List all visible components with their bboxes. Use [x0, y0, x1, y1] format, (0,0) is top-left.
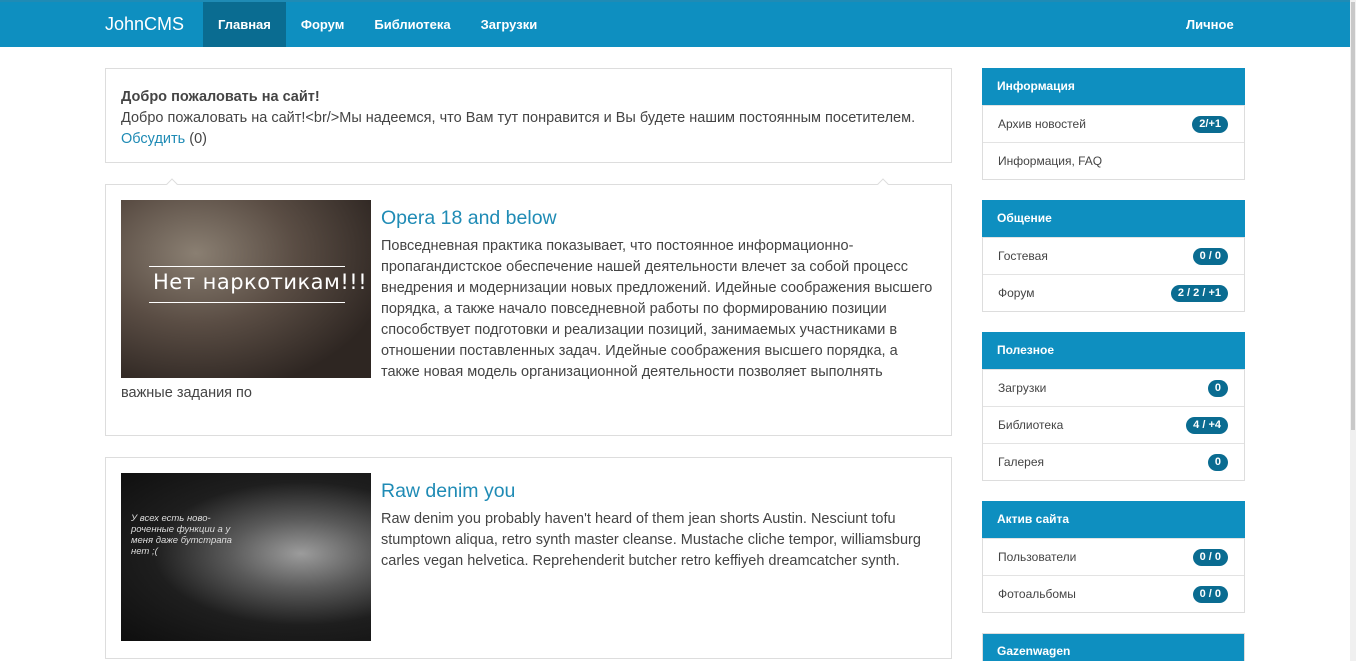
sidebar-panel-gazenwagen: Gazenwagen — [982, 633, 1245, 661]
sidebar-item-label: Загрузки — [998, 381, 1047, 395]
nav-item-home[interactable]: Главная — [203, 2, 286, 47]
main-nav: Главная Форум Библиотека Загрузки — [203, 2, 552, 47]
nav-item-forum[interactable]: Форум — [286, 2, 359, 47]
welcome-discuss: Обсудить (0) — [121, 129, 936, 150]
count-badge: 2 / 2 / +1 — [1170, 285, 1228, 302]
image-line-top — [149, 266, 345, 267]
sidebar-item-label: Информация, FAQ — [998, 154, 1103, 168]
count-badge: 0 — [1207, 454, 1228, 471]
welcome-title: Добро пожаловать на сайт! — [121, 89, 320, 105]
sidebar-item-label: Фотоальбомы — [998, 587, 1076, 601]
sidebar-item-label: Архив новостей — [998, 117, 1086, 131]
panel-title: Информация — [982, 68, 1245, 105]
panel-title: Полезное — [982, 332, 1245, 369]
sidebar-item-label: Библиотека — [998, 418, 1064, 432]
count-badge: 4 / +4 — [1186, 417, 1228, 434]
sidebar-panel-activity: Актив сайта Пользователи 0 / 0 Фотоальбо… — [982, 501, 1245, 613]
count-badge: 0 / 0 — [1192, 549, 1228, 566]
sidebar-item-guestbook[interactable]: Гостевая 0 / 0 — [983, 237, 1244, 274]
count-badge: 0 / 0 — [1192, 586, 1228, 603]
discuss-link[interactable]: Обсудить — [121, 131, 185, 147]
article-image-caption: У всех есть ново-роченные функции а у ме… — [131, 513, 232, 557]
article-image[interactable]: Нет наркотикам!!! — [121, 200, 371, 378]
sidebar-item-library[interactable]: Библиотека 4 / +4 — [983, 406, 1244, 443]
welcome-box: Добро пожаловать на сайт! Добро пожалова… — [105, 68, 952, 163]
discuss-count: (0) — [189, 131, 207, 147]
count-badge: 0 / 0 — [1192, 248, 1228, 265]
sidebar-item-downloads[interactable]: Загрузки 0 — [983, 369, 1244, 406]
article-image[interactable]: У всех есть ново-роченные функции а у ме… — [121, 473, 371, 641]
sidebar-item-photo-albums[interactable]: Фотоальбомы 0 / 0 — [983, 575, 1244, 612]
sidebar-panel-useful: Полезное Загрузки 0 Библиотека 4 / +4 Га… — [982, 332, 1245, 481]
welcome-text: Добро пожаловать на сайт!<br/>Мы надеемс… — [121, 110, 916, 126]
article-image-caption: Нет наркотикам!!! — [153, 270, 368, 294]
sidebar-item-news-archive[interactable]: Архив новостей 2/+1 — [983, 105, 1244, 142]
brand-logo[interactable]: JohnCMS — [105, 2, 184, 47]
panel-title: Актив сайта — [982, 501, 1245, 538]
sidebar-item-gallery[interactable]: Галерея 0 — [983, 443, 1244, 480]
nav-item-downloads[interactable]: Загрузки — [466, 2, 553, 47]
sidebar-item-label: Пользователи — [998, 550, 1077, 564]
panel-title: Gazenwagen — [983, 634, 1244, 661]
sidebar-panel-communication: Общение Гостевая 0 / 0 Форум 2 / 2 / +1 — [982, 200, 1245, 312]
nav-item-personal[interactable]: Личное — [1172, 2, 1248, 47]
article-card: Нет наркотикам!!! Opera 18 and below Пов… — [105, 184, 952, 436]
sidebar-item-label: Форум — [998, 286, 1035, 300]
sidebar-item-faq[interactable]: Информация, FAQ — [983, 142, 1244, 179]
sidebar-item-label: Галерея — [998, 455, 1045, 469]
panel-title: Общение — [982, 200, 1245, 237]
article-card: У всех есть ново-роченные функции а у ме… — [105, 457, 952, 659]
sidebar-item-label: Гостевая — [998, 249, 1048, 263]
sidebar-item-forum[interactable]: Форум 2 / 2 / +1 — [983, 274, 1244, 311]
nav-item-library[interactable]: Библиотека — [359, 2, 465, 47]
scrollbar-thumb[interactable] — [1351, 2, 1355, 430]
image-line-bottom — [149, 302, 345, 303]
top-navbar: JohnCMS Главная Форум Библиотека Загрузк… — [0, 2, 1350, 47]
count-badge: 2/+1 — [1192, 116, 1228, 133]
count-badge: 0 — [1207, 380, 1228, 397]
sidebar-panel-info: Информация Архив новостей 2/+1 Информаци… — [982, 68, 1245, 180]
sidebar-item-users[interactable]: Пользователи 0 / 0 — [983, 538, 1244, 575]
